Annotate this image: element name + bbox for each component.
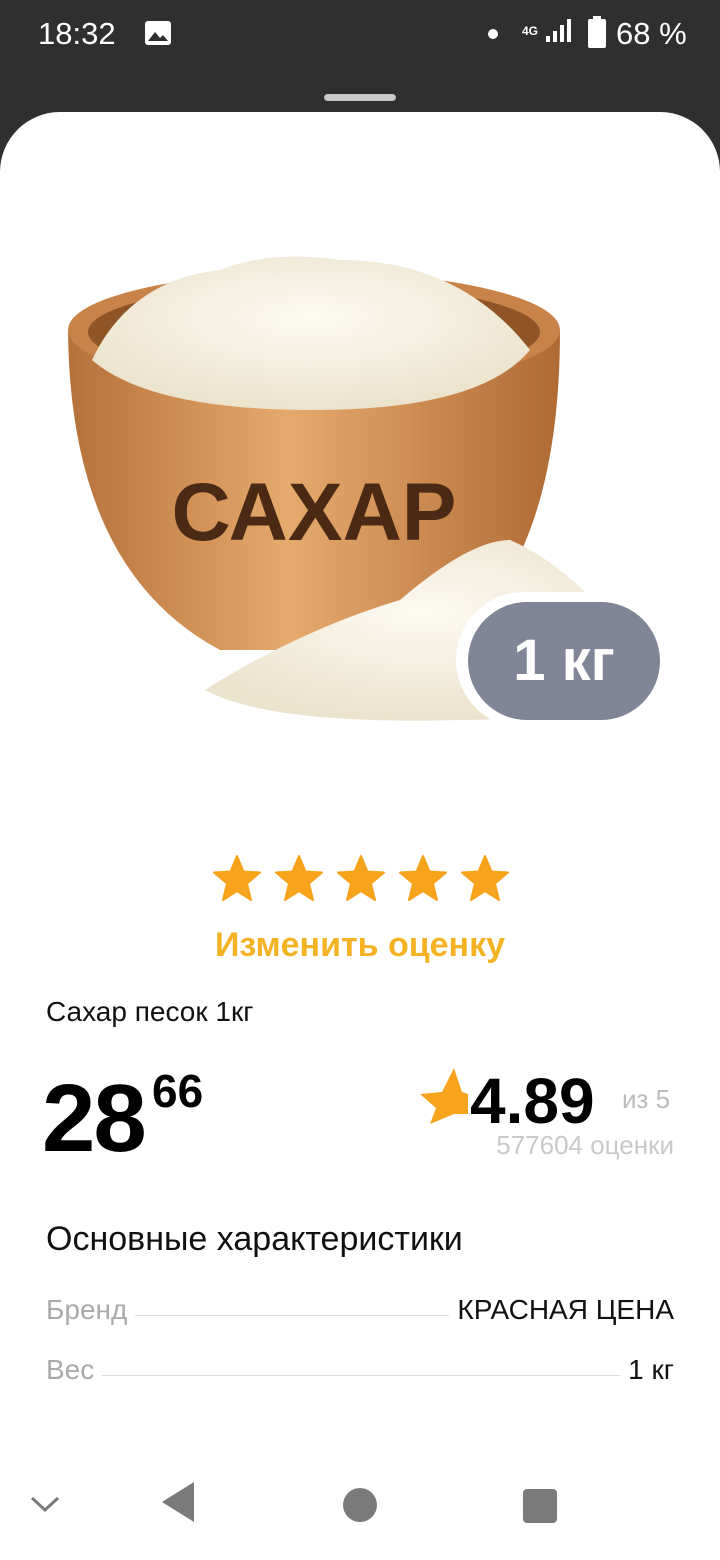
bowl-label: САХАР <box>172 467 457 558</box>
battery-icon <box>588 16 606 48</box>
change-rating-link[interactable]: Изменить оценку <box>0 926 720 965</box>
image-icon <box>145 21 171 45</box>
product-name: Сахар песок 1кг <box>46 996 254 1027</box>
status-time: 18:32 <box>38 16 116 51</box>
spec-value: 1 кг <box>628 1354 674 1385</box>
chevron-down-icon[interactable] <box>28 1486 62 1520</box>
star-icon[interactable] <box>398 854 448 904</box>
spec-divider <box>102 1375 621 1376</box>
system-nav-bar <box>0 1452 720 1560</box>
weight-badge: 1 кг <box>456 592 666 728</box>
rating-of-label: из 5 <box>622 1084 671 1114</box>
rating-value: 4.89 <box>470 1065 595 1137</box>
spec-label: Бренд <box>46 1294 128 1325</box>
recent-apps-icon[interactable] <box>523 1489 557 1523</box>
weight-badge-label: 1 кг <box>468 602 660 720</box>
spec-value: КРАСНАЯ ЦЕНА <box>457 1294 674 1325</box>
network-type: 4G <box>522 24 539 38</box>
home-icon[interactable] <box>343 1488 377 1522</box>
dot-icon <box>488 29 498 39</box>
spec-label: Вес <box>46 1354 95 1385</box>
rating-star-icon <box>420 1068 468 1124</box>
spec-row-brand: Бренд КРАСНАЯ ЦЕНА <box>46 1286 674 1326</box>
specs-title: Основные характеристики <box>46 1220 463 1258</box>
sheet-handle[interactable] <box>324 94 396 101</box>
star-icon[interactable] <box>460 854 510 904</box>
spec-divider <box>135 1315 450 1316</box>
star-icon[interactable] <box>274 854 324 904</box>
price-fraction: 66 <box>152 1065 204 1117</box>
status-bar: 18:32 4G 68 % <box>0 0 720 70</box>
rating-count[interactable]: 577604 оценки <box>496 1130 674 1161</box>
user-rating-stars[interactable] <box>212 854 512 908</box>
back-icon[interactable] <box>158 1480 198 1524</box>
star-icon[interactable] <box>212 854 262 904</box>
price-integer: 28 <box>42 1065 147 1172</box>
signal-icon <box>546 19 571 42</box>
battery-percent: 68 % <box>616 16 687 51</box>
star-icon[interactable] <box>336 854 386 904</box>
spec-row-weight: Вес 1 кг <box>46 1346 674 1386</box>
